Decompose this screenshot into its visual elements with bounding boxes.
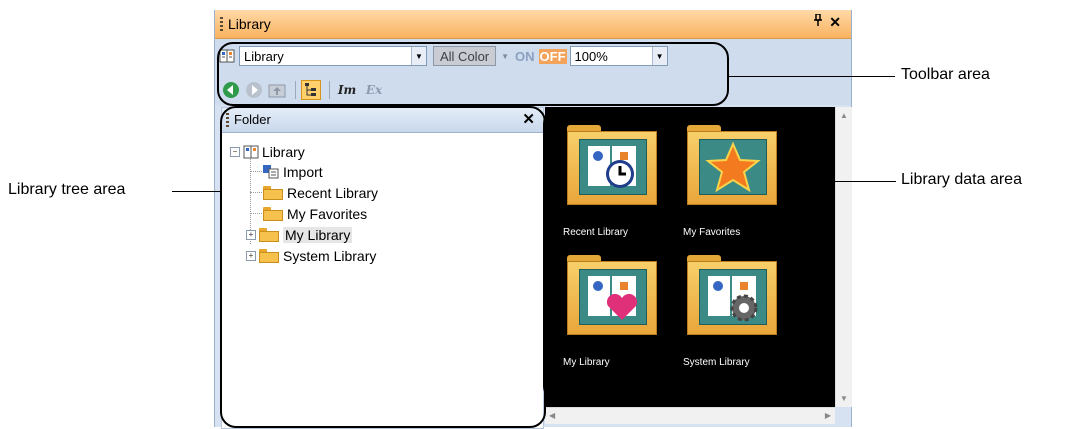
vertical-scrollbar[interactable]: ▲ ▼ — [835, 107, 852, 407]
title-bar[interactable]: Library ✕ — [215, 10, 851, 39]
library-data-area-pointer — [826, 181, 896, 182]
pin-icon[interactable] — [813, 13, 823, 29]
window-title: Library — [228, 16, 271, 32]
library-data-area-label: Library data area — [901, 171, 1022, 188]
toolbar-area-pointer — [727, 76, 895, 77]
scroll-up-icon[interactable]: ▲ — [840, 111, 848, 120]
toolbar-area-outline — [217, 42, 729, 106]
scroll-left-icon[interactable]: ◀ — [549, 411, 555, 420]
horizontal-scrollbar[interactable]: ◀ ▶ — [545, 407, 835, 424]
library-tree-area-label: Library tree area — [8, 181, 126, 198]
library-tree-area-pointer — [172, 191, 220, 192]
close-window-button[interactable]: ✕ — [829, 14, 841, 31]
drag-grip-icon[interactable] — [220, 17, 223, 33]
scroll-down-icon[interactable]: ▼ — [840, 394, 848, 403]
scroll-right-icon[interactable]: ▶ — [825, 411, 831, 420]
toolbar-area-label: Toolbar area — [901, 66, 990, 83]
library-tree-area-outline — [220, 106, 546, 428]
library-data-area-outline — [543, 108, 828, 402]
